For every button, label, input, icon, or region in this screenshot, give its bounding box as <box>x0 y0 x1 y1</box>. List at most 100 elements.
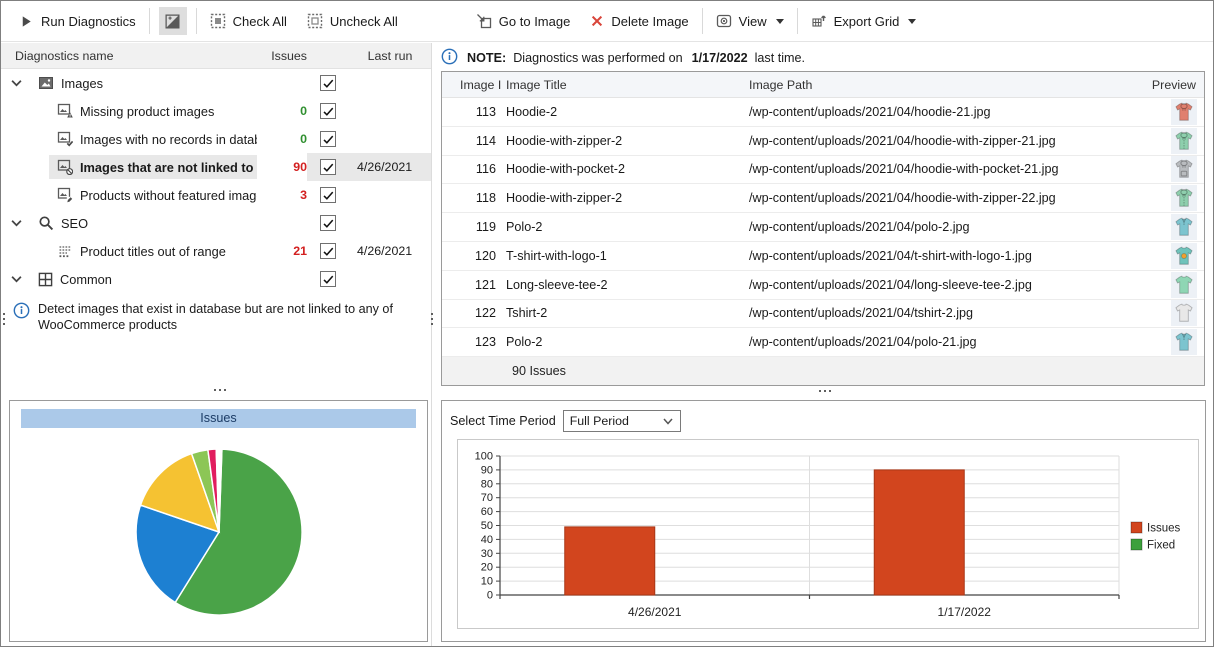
list-icon <box>57 243 73 259</box>
go-to-image-button[interactable]: Go to Image <box>466 6 581 36</box>
delete-image-label: Delete Image <box>611 14 688 29</box>
tree-row-label: Images that are not linked to any <box>80 160 257 175</box>
image-path-cell: /wp-content/uploads/2021/04/hoodie-with-… <box>747 134 1142 148</box>
image-preview-thumbnail <box>1171 243 1197 269</box>
last-run-date: 4/26/2021 <box>349 244 431 258</box>
images-icon <box>38 75 54 91</box>
run-diagnostics-button[interactable]: Run Diagnostics <box>9 6 146 36</box>
pie-chart <box>10 429 427 641</box>
note-bar: NOTE: Diagnostics was performed on 1/17/… <box>441 47 807 69</box>
auto-fix-button[interactable] <box>159 7 187 35</box>
column-last-run[interactable]: Last run <box>349 49 431 63</box>
table-row[interactable]: 123Polo-2/wp-content/uploads/2021/04/pol… <box>442 328 1204 357</box>
image-preview-thumbnail <box>1171 128 1197 154</box>
issues-count: 90 <box>257 160 307 174</box>
svg-text:Fixed: Fixed <box>1147 540 1175 552</box>
column-image-path[interactable]: Image Path <box>747 78 1142 92</box>
row-checkbox[interactable] <box>320 103 336 119</box>
row-checkbox[interactable] <box>320 159 336 175</box>
image-path-cell: /wp-content/uploads/2021/04/polo-2.jpg <box>747 220 1142 234</box>
delete-image-button[interactable]: Delete Image <box>580 6 698 36</box>
image-title-cell: Hoodie-with-pocket-2 <box>504 162 747 176</box>
info-icon <box>13 302 30 323</box>
tree-row[interactable]: Common <box>1 265 431 293</box>
table-row[interactable]: 120T-shirt-with-logo-1/wp-content/upload… <box>442 242 1204 271</box>
info-icon <box>441 48 458 68</box>
vertical-splitter-grip[interactable] <box>431 313 433 325</box>
row-checkbox[interactable] <box>320 131 336 147</box>
image-id-cell: 123 <box>442 335 504 349</box>
tree-row[interactable]: Products without featured image3 <box>1 181 431 209</box>
image-preview-thumbnail <box>1171 99 1197 125</box>
image-id-cell: 121 <box>442 278 504 292</box>
column-issues[interactable]: Issues <box>257 49 307 63</box>
tree-row-name: Product titles out of range <box>1 239 257 263</box>
column-image-title[interactable]: Image Title <box>504 78 747 92</box>
note-prefix: NOTE: <box>467 51 506 65</box>
diagnostics-tree: Images Missing product images0Images with… <box>1 69 431 293</box>
svg-text:40: 40 <box>481 534 493 546</box>
column-diagnostics-name[interactable]: Diagnostics name <box>1 49 257 63</box>
image-preview-thumbnail <box>1171 272 1197 298</box>
tree-row-name: SEO <box>1 211 257 235</box>
left-edge-splitter-grip[interactable] <box>3 313 5 325</box>
table-row[interactable]: 122Tshirt-2/wp-content/uploads/2021/04/t… <box>442 300 1204 329</box>
table-row[interactable]: 113Hoodie-2/wp-content/uploads/2021/04/h… <box>442 98 1204 127</box>
chevron-down-icon[interactable] <box>11 275 22 283</box>
tree-row[interactable]: Product titles out of range214/26/2021 <box>1 237 431 265</box>
view-dropdown-button[interactable]: View <box>706 6 794 36</box>
time-period-label: Select Time Period <box>450 414 556 428</box>
image-warning-icon <box>57 103 73 119</box>
toolbar-separator <box>702 8 703 34</box>
table-row[interactable]: 119Polo-2/wp-content/uploads/2021/04/pol… <box>442 213 1204 242</box>
column-preview[interactable]: Preview <box>1142 78 1204 92</box>
chevron-down-icon[interactable] <box>11 219 22 227</box>
row-checkbox[interactable] <box>320 187 336 203</box>
check-all-button[interactable]: Check All <box>200 6 297 36</box>
row-checkbox[interactable] <box>320 75 336 91</box>
note-suffix: last time. <box>755 51 805 65</box>
image-nofeature-icon <box>57 187 73 203</box>
table-row[interactable]: 118Hoodie-with-zipper-2/wp-content/uploa… <box>442 184 1204 213</box>
right-horizontal-splitter-grip[interactable] <box>819 390 831 392</box>
image-path-cell: /wp-content/uploads/2021/04/tshirt-2.jpg <box>747 306 1142 320</box>
play-icon <box>19 14 34 29</box>
chevron-down-icon[interactable] <box>11 79 22 87</box>
issues-count: 0 <box>257 132 307 146</box>
toolbar-separator <box>196 8 197 34</box>
tree-row-name: Images with no records in databa <box>1 127 257 151</box>
row-checkbox[interactable] <box>320 215 336 231</box>
image-title-cell: Polo-2 <box>504 335 747 349</box>
column-image-id[interactable]: Image I <box>442 78 504 92</box>
tree-row[interactable]: Images with no records in databa0 <box>1 125 431 153</box>
table-row[interactable]: 121Long-sleeve-tee-2/wp-content/uploads/… <box>442 271 1204 300</box>
tree-row-label: SEO <box>61 216 88 231</box>
svg-text:50: 50 <box>481 520 493 532</box>
toolbar-separator <box>797 8 798 34</box>
tree-row[interactable]: Images <box>1 69 431 97</box>
row-checkbox[interactable] <box>320 243 336 259</box>
svg-text:80: 80 <box>481 478 493 490</box>
time-period-select[interactable]: Full Period <box>563 410 681 432</box>
uncheck-all-button[interactable]: Uncheck All <box>297 6 408 36</box>
row-checkbox[interactable] <box>320 271 336 287</box>
table-row[interactable]: 114Hoodie-with-zipper-2/wp-content/uploa… <box>442 127 1204 156</box>
tree-row[interactable]: Missing product images0 <box>1 97 431 125</box>
tree-row[interactable]: SEO <box>1 209 431 237</box>
caret-down-icon <box>776 19 784 24</box>
left-horizontal-splitter-grip[interactable] <box>214 389 226 391</box>
image-preview-thumbnail <box>1171 329 1197 355</box>
svg-text:4/26/2021: 4/26/2021 <box>628 605 682 619</box>
uncheck-all-icon <box>307 13 323 29</box>
image-title-cell: Polo-2 <box>504 220 747 234</box>
table-row[interactable]: 116Hoodie-with-pocket-2/wp-content/uploa… <box>442 156 1204 185</box>
tree-row-label: Images <box>61 76 103 91</box>
note-date: 1/17/2022 <box>692 51 748 65</box>
image-preview-thumbnail <box>1171 185 1197 211</box>
tree-row[interactable]: Images that are not linked to any904/26/… <box>1 153 431 181</box>
image-path-cell: /wp-content/uploads/2021/04/hoodie-with-… <box>747 191 1142 205</box>
issues-count-footer: 90 Issues <box>442 357 1204 385</box>
svg-text:Issues: Issues <box>1147 523 1180 535</box>
export-grid-dropdown-button[interactable]: Export Grid <box>801 6 927 36</box>
image-path-cell: /wp-content/uploads/2021/04/hoodie-with-… <box>747 162 1142 176</box>
